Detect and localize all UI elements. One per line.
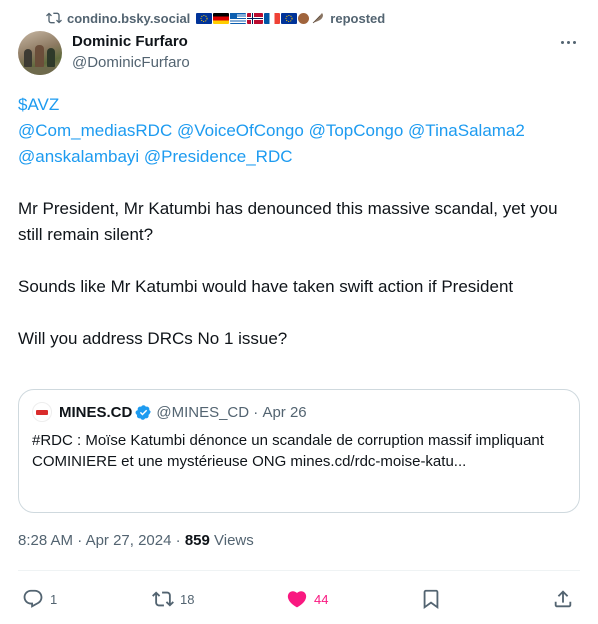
- tweet-text: $AVZ @Com_mediasRDC @VoiceOfCongo @TopCo…: [18, 92, 583, 352]
- quoted-author-name[interactable]: MINES.CD: [59, 404, 132, 421]
- reply-count: 1: [50, 591, 58, 607]
- share-icon: [552, 588, 574, 610]
- bookmark-button[interactable]: [420, 580, 442, 618]
- action-bar: 1 18 44: [18, 580, 580, 618]
- quoted-separator: ·: [249, 403, 263, 421]
- greece-flag-icon: [230, 12, 247, 24]
- raised-fist-icon: [298, 12, 310, 24]
- eu-flag-icon: [281, 12, 298, 24]
- quoted-tweet[interactable]: MINES.CD @MINES_CD · Apr 26 #RDC : Moïse…: [18, 389, 580, 513]
- mentions-line[interactable]: @anskalambayi @Presidence_RDC: [18, 147, 293, 166]
- heart-icon: [286, 588, 308, 610]
- tweet-paragraph: Mr President, Mr Katumbi has denounced t…: [18, 199, 563, 244]
- repost-icon: [152, 588, 174, 610]
- author-handle[interactable]: @DominicFurfaro: [72, 53, 190, 73]
- repost-icon: [46, 10, 62, 26]
- bookmark-icon: [420, 588, 442, 610]
- tweet-meta: 8:28 AM · Apr 27, 2024 · 859 Views: [18, 532, 254, 549]
- norway-flag-icon: [247, 12, 264, 24]
- more-icon[interactable]: [558, 34, 578, 50]
- repost-user[interactable]: condino.bsky.social: [67, 11, 190, 26]
- views-label: Views: [209, 532, 254, 549]
- author-info: Dominic Furfaro @DominicFurfaro: [72, 32, 190, 73]
- quoted-tweet-header: MINES.CD @MINES_CD · Apr 26: [32, 402, 566, 422]
- quoted-author-handle[interactable]: @MINES_CD: [156, 404, 249, 421]
- cashtag-link[interactable]: $AVZ: [18, 95, 59, 114]
- germany-flag-icon: [213, 12, 230, 24]
- tweet-time[interactable]: 8:28 AM: [18, 532, 73, 549]
- divider: [18, 570, 580, 571]
- mentions-line[interactable]: @Com_mediasRDC @VoiceOfCongo @TopCongo @…: [18, 121, 525, 140]
- share-button[interactable]: [552, 580, 574, 618]
- tweet-paragraph: Will you address DRCs No 1 issue?: [18, 329, 288, 348]
- author-name[interactable]: Dominic Furfaro: [72, 32, 190, 52]
- repost-button[interactable]: 18: [152, 580, 194, 618]
- repost-count: 18: [180, 591, 195, 607]
- quoted-tweet-text: #RDC : Moïse Katumbi dénonce un scandale…: [32, 432, 544, 470]
- repost-banner: condino.bsky.social reposted: [46, 9, 385, 27]
- avatar[interactable]: [18, 31, 62, 75]
- tweet-date[interactable]: Apr 27, 2024: [86, 532, 172, 549]
- tweet-paragraph: Sounds like Mr Katumbi would have taken …: [18, 277, 514, 296]
- france-flag-icon: [264, 12, 281, 24]
- feather-icon: [311, 11, 325, 25]
- views-count[interactable]: 859: [185, 532, 210, 549]
- flag-emojis: [196, 11, 325, 25]
- meta-separator: ·: [73, 532, 86, 549]
- quoted-date[interactable]: Apr 26: [262, 404, 306, 421]
- reply-icon: [22, 588, 44, 610]
- verified-badge-icon: [135, 404, 152, 421]
- quoted-avatar[interactable]: [32, 402, 52, 422]
- reply-button[interactable]: 1: [22, 580, 57, 618]
- repost-suffix: reposted: [330, 10, 386, 26]
- like-count: 44: [314, 591, 329, 607]
- meta-separator: ·: [171, 532, 185, 549]
- eu-flag-icon: [196, 12, 213, 24]
- like-button[interactable]: 44: [286, 580, 328, 618]
